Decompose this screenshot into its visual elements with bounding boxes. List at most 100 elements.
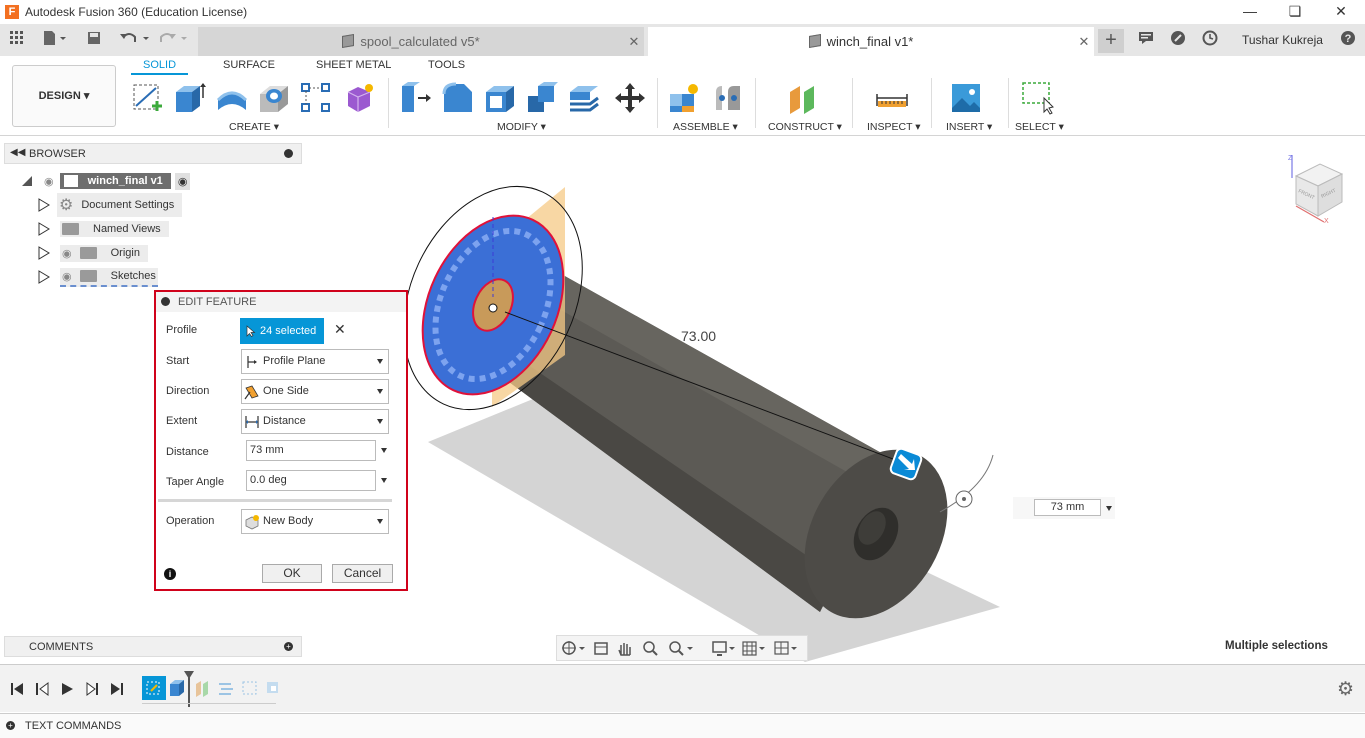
user-name[interactable]: Tushar Kukreja xyxy=(1242,33,1323,47)
browser-panel-header[interactable]: ◀◀ BROWSER xyxy=(4,143,302,164)
new-component-icon[interactable] xyxy=(666,80,702,116)
go-to-end-icon[interactable] xyxy=(109,682,125,696)
info-icon[interactable]: i xyxy=(164,568,176,580)
insert-image-icon[interactable] xyxy=(948,80,984,116)
timeline-marker-handle-icon[interactable] xyxy=(184,671,194,679)
expand-triangle-icon[interactable] xyxy=(38,198,50,212)
viewport-distance-input[interactable]: 73 mm xyxy=(1034,499,1101,516)
measure-icon[interactable] xyxy=(874,80,910,116)
step-forward-icon[interactable] xyxy=(84,682,100,696)
visibility-eye-icon[interactable]: ◉ xyxy=(62,247,72,260)
fillet-icon[interactable] xyxy=(440,80,476,116)
select-window-icon[interactable] xyxy=(1020,80,1056,116)
expand-triangle-icon[interactable] xyxy=(38,246,50,260)
offset-face-icon[interactable] xyxy=(566,80,602,116)
text-commands-bar[interactable]: + TEXT COMMANDS xyxy=(0,713,1365,738)
profile-selection-button[interactable]: 24 selected xyxy=(240,318,324,344)
add-comment-icon[interactable]: + xyxy=(284,642,293,651)
visibility-eye-icon[interactable]: ◉ xyxy=(44,175,54,188)
create-sketch-icon[interactable] xyxy=(130,80,166,116)
extrude-icon[interactable] xyxy=(172,80,208,116)
tab-sheet-metal[interactable]: SHEET METAL xyxy=(316,59,391,71)
help-icon[interactable] xyxy=(1168,30,1188,50)
extent-dropdown[interactable]: Distance xyxy=(241,409,389,434)
app-grid-icon[interactable] xyxy=(8,30,26,50)
expand-triangle-icon[interactable] xyxy=(38,270,50,284)
viewcube[interactable]: FRONT RIGHT Z X xyxy=(1284,152,1348,224)
expand-triangle-icon[interactable] xyxy=(20,174,34,188)
clear-selection-icon[interactable]: ✕ xyxy=(334,321,346,338)
tab-solid[interactable]: SOLID xyxy=(131,59,189,75)
tab-tools[interactable]: TOOLS xyxy=(428,59,465,71)
taper-angle-input[interactable]: 0.0 deg xyxy=(246,470,376,491)
shell-icon[interactable] xyxy=(482,80,518,116)
collapse-panel-icon[interactable]: ◀◀ xyxy=(10,147,25,158)
timeline-plane-feature[interactable] xyxy=(194,678,212,698)
hole-icon[interactable] xyxy=(256,80,292,116)
chevron-down-icon[interactable] xyxy=(1106,506,1112,511)
inspect-group-label[interactable]: INSPECT ▾ xyxy=(867,121,921,133)
chevron-down-icon[interactable] xyxy=(381,478,387,483)
minimize-button[interactable]: — xyxy=(1227,0,1273,24)
create-form-icon[interactable] xyxy=(340,80,376,116)
step-back-icon[interactable] xyxy=(35,682,51,696)
play-icon[interactable] xyxy=(60,682,76,696)
restore-button[interactable]: ❏ xyxy=(1272,0,1318,24)
file-menu-icon[interactable] xyxy=(40,30,68,50)
browser-item-document-settings[interactable]: ⚙ Document Settings xyxy=(38,193,183,217)
help-menu-icon[interactable]: ? xyxy=(1338,30,1358,50)
browser-item-origin[interactable]: ◉ Origin xyxy=(38,243,148,263)
notifications-icon[interactable] xyxy=(1136,30,1156,50)
tab-spool-calculated[interactable]: spool_calculated v5* ✕ xyxy=(198,27,644,56)
expand-triangle-icon[interactable] xyxy=(38,222,50,236)
close-button[interactable]: ✕ xyxy=(1318,0,1364,24)
fit-icon[interactable] xyxy=(669,641,693,656)
workspace-switcher[interactable]: DESIGN ▾ xyxy=(12,65,116,127)
distance-input[interactable]: 73 mm xyxy=(246,440,376,461)
timeline-pattern-feature[interactable] xyxy=(217,680,235,698)
construct-group-label[interactable]: CONSTRUCT ▾ xyxy=(768,121,842,133)
timeline-sketch-feature[interactable] xyxy=(142,676,166,700)
combine-icon[interactable] xyxy=(524,80,560,116)
collapse-dialog-icon[interactable] xyxy=(161,297,170,306)
joint-icon[interactable] xyxy=(710,80,746,116)
tab-surface[interactable]: SURFACE xyxy=(223,59,275,71)
viewports-icon[interactable] xyxy=(774,641,797,655)
dimension-label[interactable]: 73.00 xyxy=(681,328,716,344)
timeline-settings-gear-icon[interactable]: ⚙ xyxy=(1337,678,1354,701)
offset-plane-icon[interactable] xyxy=(786,80,822,116)
close-tab-icon[interactable]: ✕ xyxy=(624,34,644,50)
cancel-button[interactable]: Cancel xyxy=(332,564,393,583)
close-tab-icon[interactable]: ✕ xyxy=(1074,34,1094,50)
chevron-down-icon[interactable] xyxy=(381,448,387,453)
press-pull-icon[interactable] xyxy=(398,80,434,116)
timeline-window-feature[interactable] xyxy=(241,679,259,697)
save-icon[interactable] xyxy=(86,30,102,50)
expand-text-commands-icon[interactable]: + xyxy=(6,721,15,730)
job-status-icon[interactable] xyxy=(1200,30,1220,50)
create-group-label[interactable]: CREATE ▾ xyxy=(229,121,279,133)
operation-dropdown[interactable]: New Body xyxy=(241,509,389,534)
redo-icon[interactable] xyxy=(158,30,192,50)
pan-icon[interactable] xyxy=(618,643,631,656)
pattern-icon[interactable] xyxy=(298,80,334,116)
look-at-icon[interactable] xyxy=(594,642,608,655)
root-component-chip[interactable]: winch_final v1 xyxy=(59,173,171,189)
dialog-header[interactable]: EDIT FEATURE xyxy=(156,292,406,312)
grid-settings-icon[interactable] xyxy=(742,641,765,656)
orbit-icon[interactable] xyxy=(562,641,585,655)
move-copy-icon[interactable] xyxy=(612,80,648,116)
direction-dropdown[interactable]: One Side xyxy=(241,379,389,404)
visibility-eye-icon[interactable]: ◉ xyxy=(62,270,72,283)
timeline-component-feature[interactable] xyxy=(264,678,282,698)
ok-button[interactable]: OK xyxy=(262,564,322,583)
undo-icon[interactable] xyxy=(118,30,152,50)
revolve-icon[interactable] xyxy=(214,80,250,116)
insert-group-label[interactable]: INSERT ▾ xyxy=(946,121,992,133)
comments-panel-header[interactable]: COMMENTS + xyxy=(4,636,302,657)
browser-item-sketches[interactable]: ◉ Sketches xyxy=(38,267,158,287)
go-to-start-icon[interactable] xyxy=(10,682,26,696)
zoom-window-icon[interactable] xyxy=(643,641,658,656)
start-dropdown[interactable]: Profile Plane xyxy=(241,349,389,374)
select-group-label[interactable]: SELECT ▾ xyxy=(1015,121,1064,133)
